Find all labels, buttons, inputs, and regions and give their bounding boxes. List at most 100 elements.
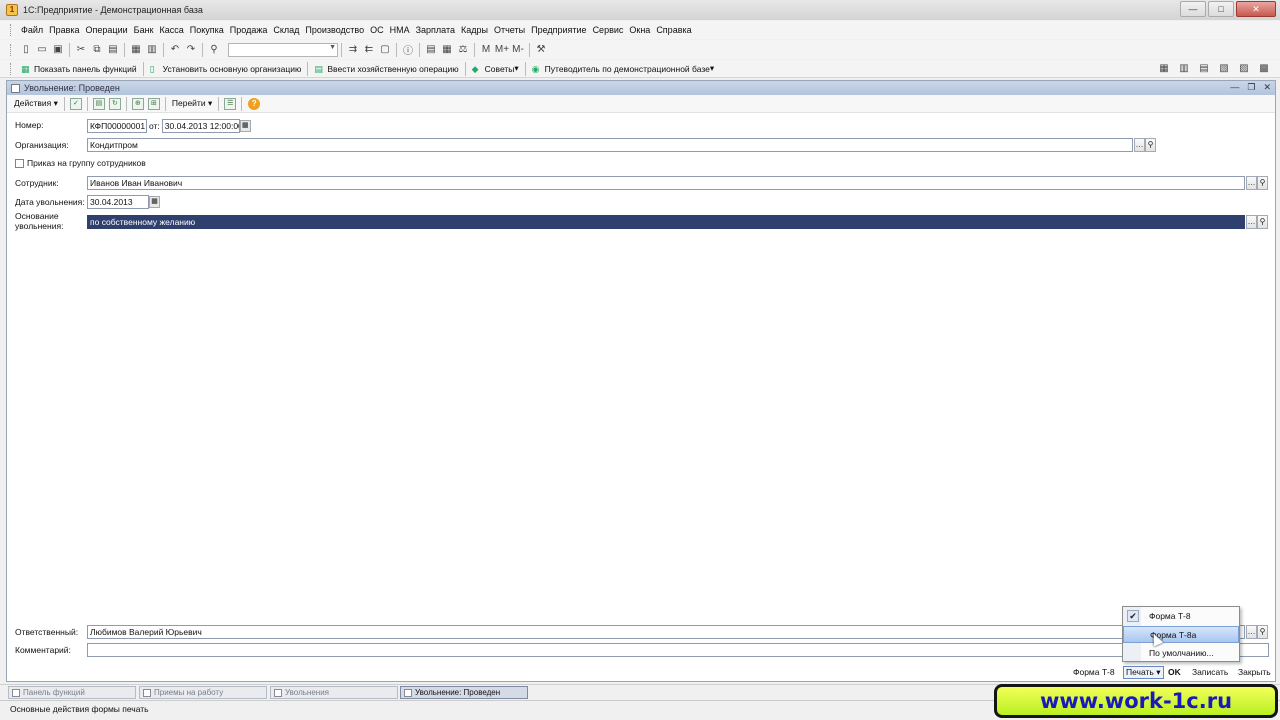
- copy-icon[interactable]: ⧉: [90, 43, 104, 57]
- menu-cash[interactable]: Касса: [156, 25, 186, 35]
- menu-purchase[interactable]: Покупка: [187, 25, 227, 35]
- close-icon[interactable]: ✕: [1263, 82, 1271, 93]
- menu-enterprise[interactable]: Предприятие: [528, 25, 589, 35]
- report-3-icon[interactable]: ▤: [1197, 61, 1211, 75]
- number-field[interactable]: КФП00000001: [87, 119, 147, 133]
- select-button[interactable]: …: [1246, 176, 1257, 190]
- redo-icon[interactable]: ↷: [184, 43, 198, 57]
- group-order-checkbox[interactable]: [15, 158, 24, 168]
- info-icon[interactable]: ⓘ: [401, 43, 415, 57]
- search-input[interactable]: ▼: [228, 42, 338, 57]
- menu-item-default[interactable]: По умолчанию...: [1123, 645, 1239, 662]
- menu-sales[interactable]: Продажа: [227, 25, 271, 35]
- organization-field[interactable]: Кондитпром: [87, 138, 1133, 152]
- set-org-button[interactable]: ▯ Установить основную организацию: [147, 64, 305, 74]
- close-window-button[interactable]: ✕: [1236, 1, 1276, 17]
- print-menu-button[interactable]: Печать ▾: [1123, 666, 1164, 679]
- ok-button[interactable]: OK: [1168, 667, 1181, 677]
- open-search-icon[interactable]: ⚲: [1257, 625, 1268, 639]
- menu-fixed-assets[interactable]: ОС: [367, 25, 387, 35]
- chevron-down-icon[interactable]: ▼: [329, 44, 336, 51]
- menu-service[interactable]: Сервис: [590, 25, 627, 35]
- list-view-icon[interactable]: ☰: [224, 97, 237, 110]
- menu-production[interactable]: Производство: [302, 25, 367, 35]
- maximize-button[interactable]: □: [1208, 1, 1234, 17]
- undo-icon[interactable]: ↶: [168, 43, 182, 57]
- menu-hr[interactable]: Кадры: [458, 25, 491, 35]
- dismissal-date-field[interactable]: 30.04.2013: [87, 195, 149, 209]
- based-on-icon[interactable]: ⊕: [131, 97, 144, 110]
- open-search-icon[interactable]: ⚲: [1257, 215, 1268, 229]
- minimize-icon[interactable]: —: [1230, 82, 1239, 93]
- preview-icon[interactable]: ▥: [145, 43, 159, 57]
- menu-warehouse[interactable]: Склад: [270, 25, 302, 35]
- menu-salary[interactable]: Зарплата: [413, 25, 458, 35]
- document-date-field[interactable]: 30.04.2013 12:00:00: [161, 119, 240, 133]
- open-search-icon[interactable]: ⚲: [1145, 138, 1156, 152]
- tools-icon[interactable]: ⚒: [534, 43, 548, 57]
- search-icon[interactable]: ⚲: [207, 43, 221, 57]
- menu-help[interactable]: Справка: [653, 25, 694, 35]
- save-button[interactable]: Записать: [1192, 667, 1228, 677]
- report-6-icon[interactable]: ▩: [1257, 61, 1271, 75]
- currency-icon[interactable]: ⚖: [456, 43, 470, 57]
- goto-menu-button[interactable]: Перейти ▾: [169, 98, 215, 109]
- help-icon[interactable]: ?: [248, 97, 261, 110]
- guide-button[interactable]: ◉ Путеводитель по демонстрационной базе ▾: [529, 63, 717, 74]
- post-icon[interactable]: ✓: [69, 97, 82, 110]
- memory-plus-icon[interactable]: M+: [495, 43, 509, 57]
- task-dismissal-document[interactable]: Увольнение: Проведен: [400, 686, 528, 699]
- enter-operation-button[interactable]: ▤ Ввести хозяйственную операцию: [311, 64, 461, 74]
- separator: [241, 96, 243, 111]
- comment-field[interactable]: [87, 643, 1269, 657]
- print-icon[interactable]: ▦: [129, 43, 143, 57]
- form-t8-button[interactable]: Форма Т-8: [1073, 667, 1115, 677]
- menu-operations[interactable]: Операции: [83, 25, 131, 35]
- close-button[interactable]: Закрыть: [1238, 667, 1271, 677]
- menu-intangibles[interactable]: НМА: [387, 25, 413, 35]
- task-dismissals[interactable]: Увольнения: [270, 686, 398, 699]
- tips-button[interactable]: ◆ Советы ▾: [469, 63, 522, 74]
- restore-icon[interactable]: ❐: [1247, 82, 1255, 93]
- calendar-icon[interactable]: ▦: [239, 120, 251, 132]
- report-5-icon[interactable]: ▨: [1237, 61, 1251, 75]
- movements-icon[interactable]: ▤: [92, 97, 105, 110]
- actions-menu-button[interactable]: Действия ▾: [11, 98, 61, 109]
- dismissal-reason-field[interactable]: по собственному желанию: [87, 215, 1245, 229]
- select-button[interactable]: …: [1246, 625, 1257, 639]
- cut-icon[interactable]: ✂: [74, 43, 88, 57]
- show-panel-button[interactable]: ▦ Показать панель функций: [18, 64, 140, 74]
- responsible-field[interactable]: Любимов Валерий Юрьевич: [87, 625, 1245, 639]
- report-icon[interactable]: ▦: [1157, 61, 1171, 75]
- report-4-icon[interactable]: ▧: [1217, 61, 1231, 75]
- menu-bank[interactable]: Банк: [131, 25, 157, 35]
- calculator-icon[interactable]: ▦: [440, 43, 454, 57]
- report-2-icon[interactable]: ▥: [1177, 61, 1191, 75]
- save-icon[interactable]: ▣: [51, 43, 65, 57]
- menu-file[interactable]: Файл: [18, 25, 46, 35]
- menu-reports[interactable]: Отчеты: [491, 25, 528, 35]
- task-hirings[interactable]: Приемы на работу: [139, 686, 267, 699]
- refresh-icon[interactable]: ↻: [108, 97, 121, 110]
- list-icon[interactable]: ▤: [424, 43, 438, 57]
- memory-minus-icon[interactable]: M-: [511, 43, 525, 57]
- employee-field[interactable]: Иванов Иван Иванович: [87, 176, 1245, 190]
- menu-item-form-t8a[interactable]: Форма Т-8а: [1123, 626, 1239, 643]
- search-next-icon[interactable]: ⇉: [346, 43, 360, 57]
- menu-windows[interactable]: Окна: [626, 25, 653, 35]
- memory-icon[interactable]: M: [479, 43, 493, 57]
- calendar-icon[interactable]: ▦: [149, 196, 160, 208]
- select-button[interactable]: …: [1134, 138, 1145, 152]
- minimize-button[interactable]: —: [1180, 1, 1206, 17]
- menu-edit[interactable]: Правка: [46, 25, 82, 35]
- new-document-icon[interactable]: ▯: [19, 43, 33, 57]
- paste-icon[interactable]: ▤: [106, 43, 120, 57]
- window-icon[interactable]: ▢: [378, 43, 392, 57]
- select-button[interactable]: …: [1246, 215, 1257, 229]
- open-search-icon[interactable]: ⚲: [1257, 176, 1268, 190]
- task-function-panel[interactable]: Панель функций: [8, 686, 136, 699]
- menu-item-form-t8[interactable]: ✔ Форма Т-8: [1123, 608, 1239, 625]
- search-prev-icon[interactable]: ⇇: [362, 43, 376, 57]
- structure-icon[interactable]: ⊞: [147, 97, 160, 110]
- open-folder-icon[interactable]: ▭: [35, 43, 49, 57]
